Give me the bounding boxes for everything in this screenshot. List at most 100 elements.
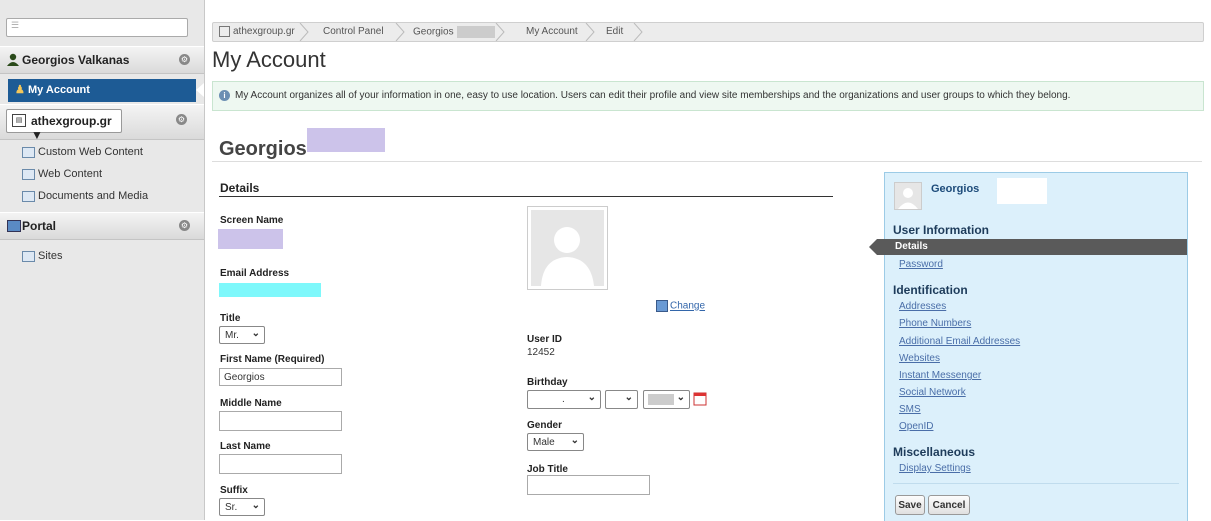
user-id-label: User ID <box>527 334 563 345</box>
site-selector-label: athexgroup.gr ▼ <box>31 114 112 142</box>
redaction <box>648 394 674 405</box>
portal-icon <box>7 220 21 232</box>
email-label: Email Address <box>220 268 290 279</box>
breadcrumb-separator <box>633 23 643 41</box>
divider <box>219 196 833 197</box>
chevron-down-icon: ⌄ <box>251 328 260 339</box>
nav-item-social-network[interactable]: Social Network <box>899 387 966 398</box>
sidebar-item-my-account[interactable]: ♟ My Account <box>8 79 204 102</box>
chevron-down-icon: ⌄ <box>587 392 596 403</box>
birthday-label: Birthday <box>527 377 568 388</box>
last-name-field[interactable] <box>219 454 342 474</box>
user-portrait <box>527 206 608 290</box>
redaction <box>456 26 495 38</box>
job-title-field[interactable] <box>527 475 650 495</box>
user-icon <box>895 183 921 209</box>
sidebar-item-label: My Account <box>28 84 90 96</box>
site-selector[interactable]: ▤ athexgroup.gr ▼ <box>6 109 122 142</box>
nav-item-websites[interactable]: Websites <box>899 353 940 364</box>
sidebar-item-sites[interactable]: Sites <box>22 250 62 262</box>
info-text: My Account organizes all of your informa… <box>235 90 1071 101</box>
user-icon: ♟ <box>15 84 25 96</box>
site-icon: ▤ <box>12 114 26 127</box>
breadcrumb-separator <box>299 23 309 41</box>
search-input[interactable]: ☰ <box>6 18 188 37</box>
screen-name-label: Screen Name <box>220 215 284 226</box>
gender-label: Gender <box>527 420 563 431</box>
chevron-down-icon: ⌄ <box>676 392 685 403</box>
nav-item-display-settings[interactable]: Display Settings <box>899 463 971 474</box>
change-photo-link[interactable]: Change <box>656 300 705 312</box>
image-icon <box>656 300 668 312</box>
portal-label: Portal <box>22 219 57 233</box>
gear-icon[interactable]: ⚙ <box>179 220 190 231</box>
panel-user-name: Georgios <box>931 183 980 195</box>
documents-icon <box>22 190 35 202</box>
middle-name-label: Middle Name <box>220 398 282 409</box>
breadcrumb-separator <box>495 23 505 41</box>
birthday-month-select[interactable]: . ⌄ <box>527 390 601 409</box>
breadcrumb-item[interactable]: Edit <box>606 26 623 37</box>
breadcrumb-item[interactable]: athexgroup.gr <box>219 26 295 37</box>
breadcrumb-item[interactable]: Control Panel <box>323 26 384 37</box>
sidebar-item-label: Custom Web Content <box>38 146 143 158</box>
nav-item-details[interactable]: Details <box>869 239 1187 255</box>
screen-name-redacted <box>218 229 283 249</box>
job-title-label: Job Title <box>527 464 568 475</box>
user-heading: Georgios <box>219 128 385 161</box>
sidebar-item-web-content[interactable]: Web Content <box>22 168 102 180</box>
calendar-icon[interactable] <box>693 391 707 406</box>
sites-icon <box>22 250 35 262</box>
sidebar-item-label: Sites <box>38 250 63 262</box>
sidebar-item-custom-web-content[interactable]: Custom Web Content <box>22 146 143 158</box>
page-title: My Account <box>212 47 326 72</box>
first-name-field[interactable]: Georgios <box>219 368 342 386</box>
breadcrumb: athexgroup.gr Control Panel Georgios My … <box>212 22 1204 42</box>
breadcrumb-item[interactable]: Georgios <box>413 26 495 38</box>
nav-item-addresses[interactable]: Addresses <box>899 301 946 312</box>
gear-icon[interactable]: ⚙ <box>179 54 190 65</box>
middle-name-field[interactable] <box>219 411 342 431</box>
breadcrumb-item[interactable]: My Account <box>526 26 578 37</box>
sidebar-item-label: Documents and Media <box>38 190 149 202</box>
breadcrumb-separator <box>395 23 405 41</box>
cancel-button[interactable]: Cancel <box>928 495 970 515</box>
details-section-title: Details <box>220 181 260 195</box>
redaction <box>997 178 1047 204</box>
nav-item-sms[interactable]: SMS <box>899 404 921 415</box>
account-navigation-panel: Georgios User Information Details Passwo… <box>869 172 1188 521</box>
gender-select[interactable]: Male ⌄ <box>527 433 584 451</box>
nav-item-phone-numbers[interactable]: Phone Numbers <box>899 318 971 329</box>
user-name: Georgios Valkanas <box>22 53 130 67</box>
nav-item-openid[interactable]: OpenID <box>899 421 933 432</box>
user-information-heading: User Information <box>893 223 990 237</box>
divider <box>212 161 1202 162</box>
sidebar-item-documents-media[interactable]: Documents and Media <box>22 190 148 202</box>
nav-item-additional-emails[interactable]: Additional Email Addresses <box>899 336 1020 347</box>
user-id-value: 12452 <box>527 347 555 358</box>
identification-heading: Identification <box>893 283 968 297</box>
info-icon: i <box>219 90 230 101</box>
search-icon: ☰ <box>11 20 20 30</box>
birthday-year-select[interactable]: ⌄ <box>643 390 690 409</box>
user-icon <box>7 53 19 66</box>
gear-icon[interactable]: ⚙ <box>176 114 187 125</box>
suffix-select[interactable]: Sr. ⌄ <box>219 498 265 516</box>
chevron-down-icon: ⌄ <box>570 435 579 446</box>
suffix-label: Suffix <box>220 485 248 496</box>
save-button[interactable]: Save <box>895 495 925 515</box>
email-redacted <box>219 283 321 297</box>
nav-item-password[interactable]: Password <box>899 259 943 270</box>
content-icon <box>22 146 35 158</box>
first-name-label: First Name (Required) <box>220 354 325 365</box>
title-select[interactable]: Mr. ⌄ <box>219 326 265 344</box>
nav-item-instant-messenger[interactable]: Instant Messenger <box>899 370 981 381</box>
birthday-day-select[interactable]: ⌄ <box>605 390 638 409</box>
portal-section-header[interactable]: Portal ⚙ <box>0 212 204 240</box>
redaction <box>306 128 385 152</box>
user-section-header[interactable]: Georgios Valkanas ⚙ <box>0 46 204 74</box>
info-message: i My Account organizes all of your infor… <box>212 81 1204 111</box>
miscellaneous-heading: Miscellaneous <box>893 445 976 459</box>
title-label: Title <box>220 313 241 324</box>
last-name-label: Last Name <box>220 441 271 452</box>
